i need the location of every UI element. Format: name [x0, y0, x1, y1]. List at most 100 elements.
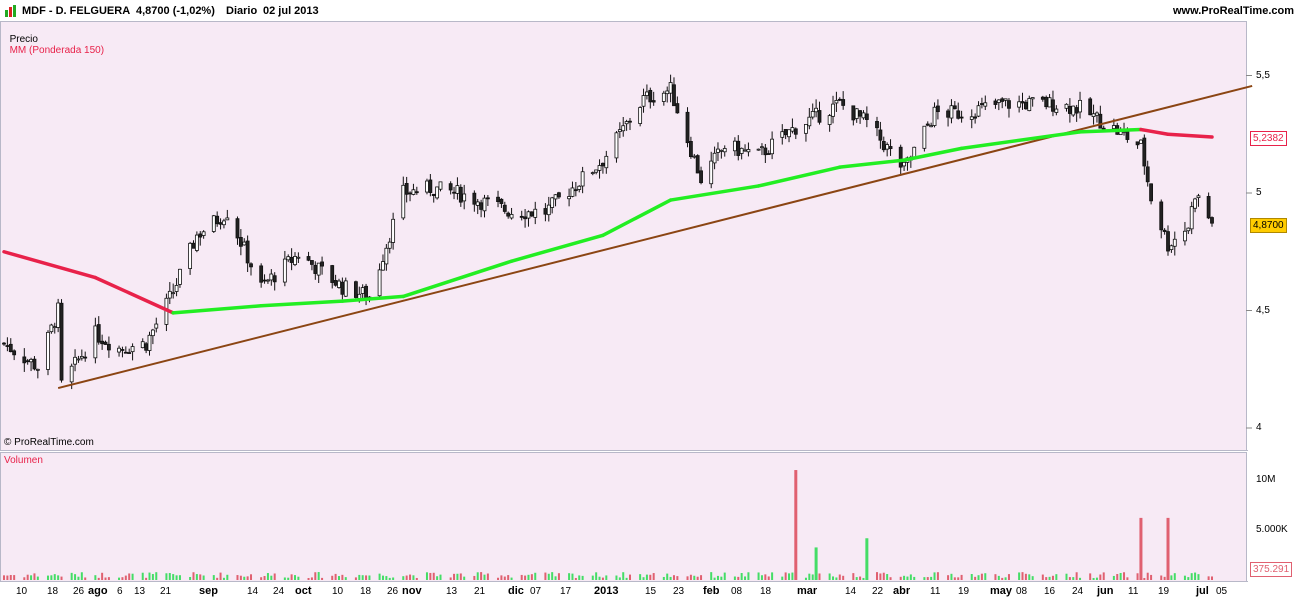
candle-body	[1071, 105, 1076, 116]
moving-average-segment	[1166, 132, 1214, 139]
volume-bar	[913, 576, 916, 580]
candle-body	[29, 358, 33, 363]
volume-bar	[767, 576, 770, 580]
candle-body	[817, 110, 822, 123]
x-month-label: jun	[1097, 585, 1114, 597]
volume-bar	[317, 572, 320, 580]
volume-bar	[733, 576, 736, 580]
candle-body	[452, 191, 456, 194]
candle-body	[316, 262, 321, 276]
volume-bar	[906, 576, 909, 580]
volume-bar	[574, 577, 577, 580]
volume-bar	[689, 574, 692, 580]
candle-body	[377, 269, 382, 297]
candle-body	[211, 215, 216, 232]
volume-bar	[321, 577, 324, 580]
candle-body	[1189, 206, 1194, 230]
candle-body	[695, 155, 700, 174]
candle-body	[722, 148, 727, 153]
volume-bar	[60, 576, 63, 580]
volume-bar	[1170, 575, 1173, 580]
candle-body	[834, 100, 839, 104]
volume-bar	[578, 575, 581, 580]
candle-body	[645, 91, 649, 96]
candle-body	[384, 247, 389, 265]
candle-body	[614, 132, 619, 159]
volume-bar	[202, 575, 205, 580]
volume-bar	[378, 573, 381, 580]
volume-bar	[172, 574, 175, 580]
candle-body	[743, 149, 747, 152]
candle-body	[790, 127, 795, 132]
candle-body	[333, 280, 338, 286]
volume-bar	[828, 573, 831, 580]
volume-bar	[388, 577, 391, 580]
volume-bar	[1112, 575, 1115, 580]
candle-body	[898, 146, 903, 168]
candle-body	[96, 324, 101, 343]
candle-body	[793, 128, 798, 135]
volume-bar	[1136, 573, 1139, 580]
watermark: © ProRealTime.com	[4, 437, 94, 448]
volume-bar	[250, 574, 253, 580]
volume-bar	[104, 577, 107, 580]
legend-ma[interactable]: MM (Ponderada 150)	[10, 45, 105, 56]
volume-bar	[615, 575, 618, 580]
volume-bar	[618, 577, 621, 580]
volume-bar	[520, 574, 523, 580]
candle-body	[712, 152, 717, 164]
volume-bar	[832, 576, 835, 580]
candle-body	[22, 356, 27, 364]
volume-bar	[483, 574, 486, 580]
candle-body	[360, 287, 365, 294]
candle-body	[8, 343, 13, 353]
candle-body	[993, 100, 998, 105]
volume-bar	[33, 573, 36, 580]
candle-body	[1078, 99, 1082, 113]
moving-average-segment	[756, 165, 842, 188]
volume-bar	[74, 574, 77, 580]
candle-body	[1139, 139, 1143, 144]
volume-bar	[365, 575, 368, 580]
volume-bar	[128, 573, 131, 580]
candle-body	[201, 231, 206, 236]
candle-body	[1003, 98, 1008, 101]
volume-bar	[226, 574, 229, 580]
candle-body	[936, 105, 940, 113]
candle-body	[661, 92, 666, 102]
volume-bar	[666, 573, 669, 580]
candle-body	[293, 256, 297, 266]
volume-bar	[155, 572, 158, 580]
candle-body	[1206, 196, 1211, 219]
volume-bar	[124, 575, 127, 580]
candle-body	[330, 265, 335, 283]
candle-body	[343, 280, 348, 297]
volume-bar	[429, 572, 432, 580]
volume-bar	[148, 572, 151, 580]
candle-body	[428, 179, 433, 193]
x-tick-label: 11	[930, 586, 941, 597]
candle-body	[1169, 245, 1174, 250]
x-tick-label: 07	[530, 586, 542, 597]
volume-bar	[1075, 572, 1078, 580]
volume-label: Volumen	[4, 455, 43, 466]
candle-body	[401, 184, 406, 219]
candle-body	[529, 211, 534, 217]
candle-body	[245, 240, 250, 264]
volume-tick-label: 5.000K	[1256, 524, 1288, 535]
volume-bar	[1173, 573, 1176, 580]
x-month-label: jul	[1196, 585, 1209, 597]
moving-average-segment	[601, 198, 673, 238]
candle-body	[689, 141, 693, 157]
volume-bar	[909, 574, 912, 580]
volume-bar	[571, 573, 574, 580]
moving-average-segment	[1078, 127, 1143, 134]
candle-body	[249, 263, 253, 268]
candle-body	[766, 153, 771, 155]
candle-body	[519, 215, 524, 218]
volume-bar	[1001, 577, 1004, 580]
x-month-label: oct	[295, 585, 312, 597]
x-tick-label: 05	[1216, 586, 1228, 597]
volume-bar	[402, 576, 405, 580]
volume-bar	[581, 575, 584, 580]
